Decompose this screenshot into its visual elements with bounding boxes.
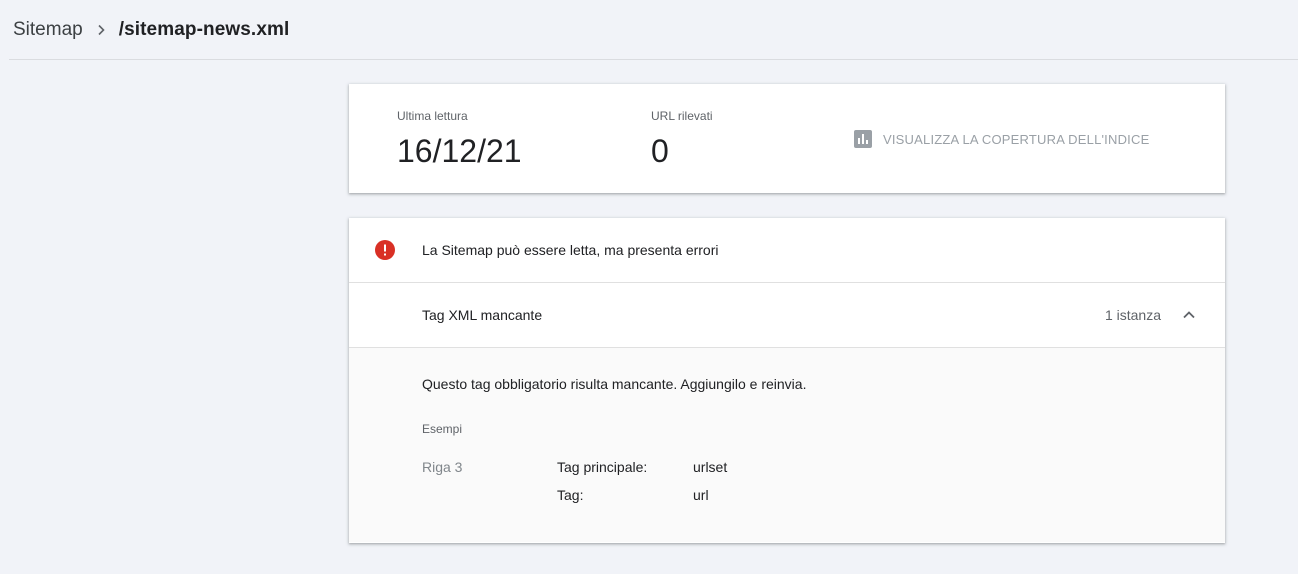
bar-chart-icon [854,130,872,148]
breadcrumb: Sitemap /sitemap-news.xml [0,0,1298,60]
last-read-stat: Ultima lettura 16/12/21 [397,109,522,170]
example-parent-tag-label: Tag principale: [557,459,648,475]
view-index-coverage-button[interactable]: VISUALIZZA LA COPERTURA DELL'INDICE [854,130,1149,148]
sitemap-errors-card: La Sitemap può essere letta, ma presenta… [349,218,1225,543]
last-read-value: 16/12/21 [397,133,522,169]
status-row: La Sitemap può essere letta, ma presenta… [349,218,1225,283]
sitemap-stats-card: Ultima lettura 16/12/21 URL rilevati 0 V… [349,84,1225,193]
chevron-right-icon [83,24,119,36]
error-icon [375,240,395,260]
urls-detected-value: 0 [651,133,669,169]
issue-name: Tag XML mancante [422,307,543,323]
issue-instance-count: 1 istanza [1104,307,1161,323]
issue-details-panel: Questo tag obbligatorio risulta mancante… [349,348,1225,542]
examples-heading: Esempi [422,422,463,436]
example-parent-tag-value: urlset [693,459,728,475]
issue-row-missing-xml-tag[interactable]: Tag XML mancante 1 istanza [349,283,1225,348]
chevron-up-icon[interactable] [1179,305,1199,325]
view-index-coverage-label: VISUALIZZA LA COPERTURA DELL'INDICE [883,131,1150,147]
last-read-label: Ultima lettura [397,109,468,123]
breadcrumb-current: /sitemap-news.xml [118,19,290,40]
example-tag-label: Tag: [557,487,584,503]
example-row-number: Riga 3 [422,459,463,475]
breadcrumb-root[interactable]: Sitemap [13,19,83,41]
urls-detected-label: URL rilevati [651,109,713,123]
urls-detected-stat: URL rilevati 0 [651,109,713,170]
example-tag-value: url [693,487,709,503]
issue-description: Questo tag obbligatorio risulta mancante… [422,376,807,392]
status-title: La Sitemap può essere letta, ma presenta… [422,242,719,258]
header-divider [9,59,1298,60]
